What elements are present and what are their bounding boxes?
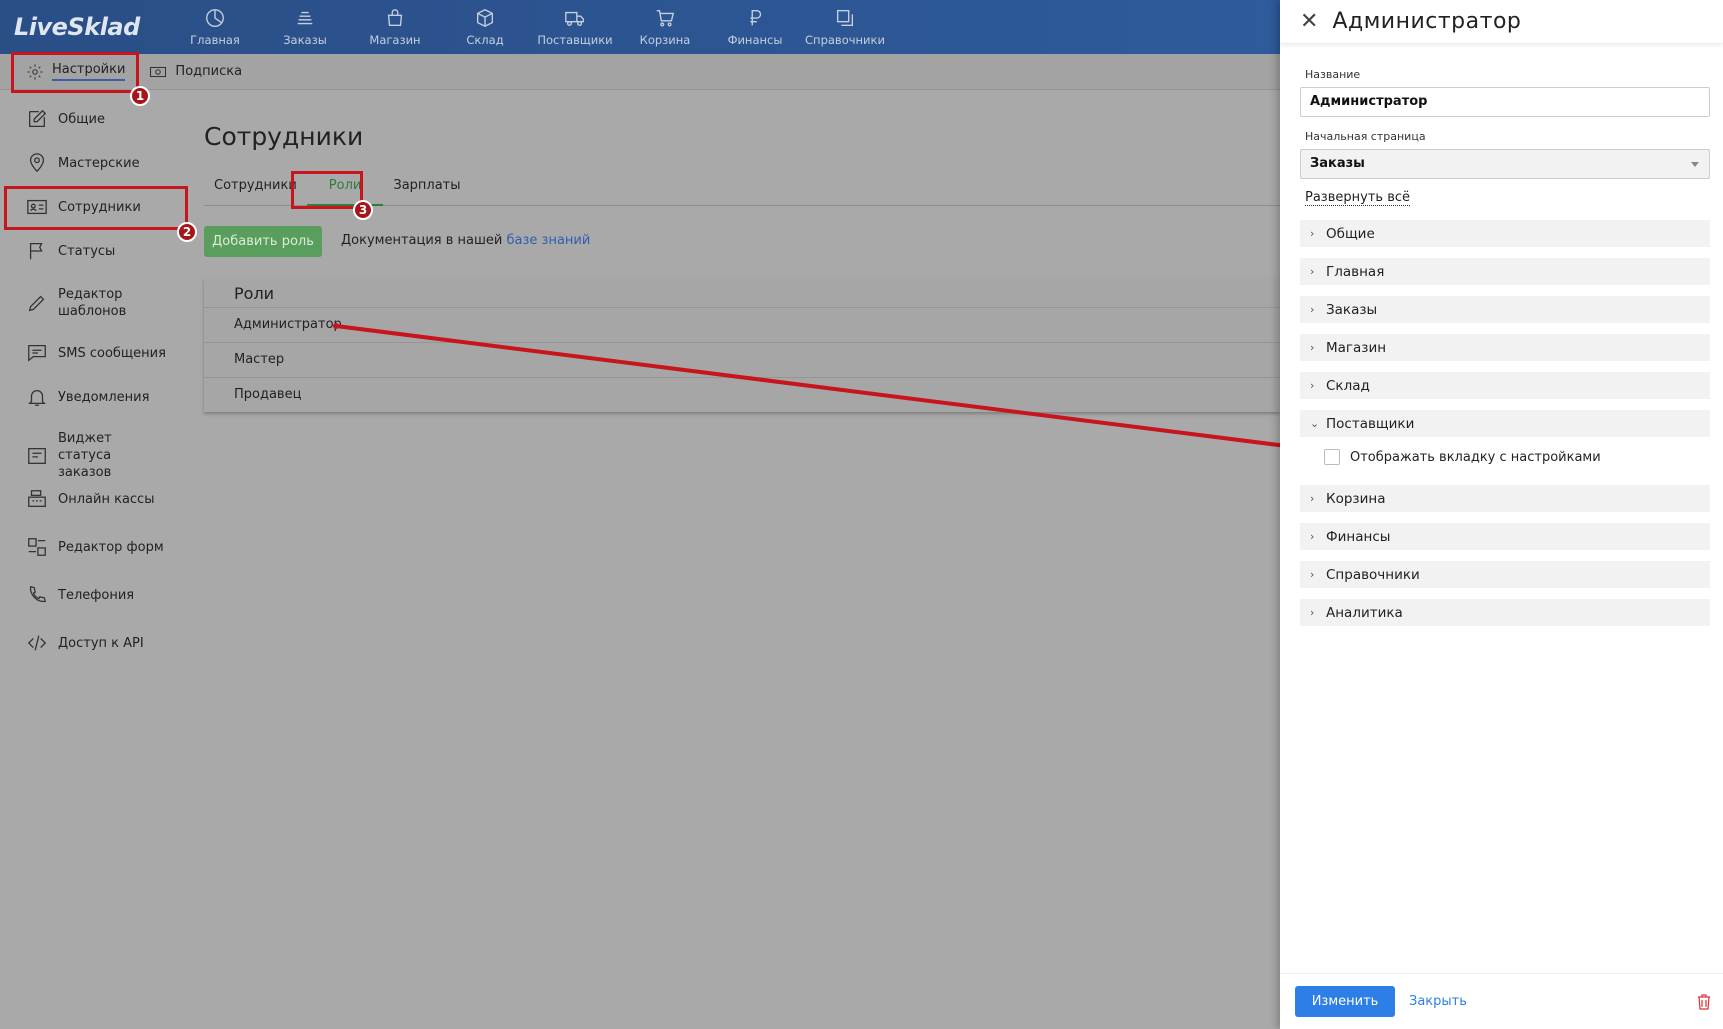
show-settings-tab-checkbox[interactable] [1324,449,1340,465]
section-suppliers[interactable]: ⌄ Поставщики [1300,410,1710,437]
money-icon [297,11,313,25]
app-logo[interactable]: LiveSklad [0,13,170,41]
main-nav: Главная Заказы Магазин Склад Поставщики … [170,0,890,54]
nav-item-references[interactable]: Справочники [800,0,890,54]
chevron-right-icon: › [1310,530,1315,543]
bag-icon [387,9,403,27]
roles-table-header: Роли [204,278,1280,308]
section-main[interactable]: › Главная [1300,258,1710,285]
sidebar-item-template-editor[interactable]: Редактор шаблонов [0,286,185,320]
subbar-subscription[interactable]: Подписка [137,54,254,90]
role-edit-panel: ✕ Администратор Название Администратор Н… [1280,0,1723,1029]
sidebar-item-general[interactable]: Общие [0,108,185,130]
settings-subbar: Настройки Подписка [0,54,1280,90]
cart-icon [656,9,675,27]
expand-all-link[interactable]: Развернуть всё [1305,190,1410,206]
section-references[interactable]: › Справочники [1300,561,1710,588]
top-navbar: LiveSklad Главная Заказы Магазин Склад П… [0,0,1280,54]
role-name-input[interactable]: Администратор [1300,87,1710,117]
pie-chart-icon [206,9,224,27]
panel-header: ✕ Администратор [1280,0,1723,44]
section-shop[interactable]: › Магазин [1300,334,1710,361]
trash-icon[interactable] [1697,994,1711,1010]
chevron-right-icon: › [1310,606,1315,619]
cash-register-icon [28,490,46,507]
banknote-icon [150,66,167,77]
code-icon [27,635,47,651]
nav-item-shop[interactable]: Магазин [350,0,440,54]
sidebar-item-sms[interactable]: SMS сообщения [0,342,185,364]
documentation-note: Документация в нашей базе знаний [341,233,591,248]
panel-footer: Изменить Закрыть [1280,973,1723,1029]
nav-item-finance[interactable]: Финансы [710,0,800,54]
show-settings-tab-option: Отображать вкладку с настройками [1324,449,1601,465]
sidebar-item-api-access[interactable]: Доступ к API [0,632,185,654]
chevron-right-icon: › [1310,568,1315,581]
section-cart[interactable]: › Корзина [1300,485,1710,512]
books-icon [836,9,854,27]
sidebar-item-workshops[interactable]: Мастерские [0,152,185,174]
start-page-label: Начальная страница [1305,130,1426,143]
role-row-seller[interactable]: Продавец [204,378,1280,413]
truck-icon [565,11,584,27]
annotation-box-roles-tab [291,171,363,209]
nav-item-suppliers[interactable]: Поставщики [530,0,620,54]
sidebar-item-statuses[interactable]: Статусы [0,240,185,262]
sidebar-item-telephony[interactable]: Телефония [0,584,185,606]
section-general[interactable]: › Общие [1300,220,1710,247]
knowledge-base-link[interactable]: базе знаний [507,233,591,248]
chat-icon [28,345,46,362]
chevron-right-icon: › [1310,303,1315,316]
annotation-badge-3: 3 [353,200,373,220]
box-icon [476,8,494,28]
chevron-down-icon [1691,162,1699,167]
chevron-down-icon: ⌄ [1310,417,1320,430]
flag-icon [29,243,43,260]
annotation-badge-2: 2 [177,222,197,242]
save-button[interactable]: Изменить [1295,986,1395,1017]
role-row-admin[interactable]: Администратор [204,308,1280,343]
nav-item-cart[interactable]: Корзина [620,0,710,54]
form-icon [28,538,46,556]
role-row-master[interactable]: Мастер [204,343,1280,378]
ruble-icon [750,9,762,26]
chevron-right-icon: › [1310,379,1315,392]
roles-table: Роли Администратор Мастер Продавец [204,278,1280,412]
sidebar-item-order-status-widget[interactable]: Виджет статуса заказов [0,430,185,481]
add-role-button[interactable]: Добавить роль [204,226,322,257]
chevron-right-icon: › [1310,341,1315,354]
edit-icon [29,109,47,127]
sidebar-item-online-cash[interactable]: Онлайн кассы [0,488,185,510]
location-icon [29,153,45,173]
pencil-icon [28,295,45,312]
page-title: Сотрудники [204,122,364,151]
sidebar-item-notifications[interactable]: Уведомления [0,386,185,408]
bell-icon [28,390,46,406]
nav-item-orders[interactable]: Заказы [260,0,350,54]
section-finance[interactable]: › Финансы [1300,523,1710,550]
close-icon[interactable]: ✕ [1300,10,1318,33]
section-orders[interactable]: › Заказы [1300,296,1710,323]
chevron-right-icon: › [1310,265,1315,278]
annotation-badge-1: 1 [130,86,150,106]
chevron-right-icon: › [1310,492,1315,505]
annotation-box-settings [11,52,139,93]
settings-sidebar: Общие Мастерские Сотрудники Статусы Реда… [0,90,190,1029]
section-warehouse[interactable]: › Склад [1300,372,1710,399]
chevron-right-icon: › [1310,227,1315,240]
name-label: Название [1305,68,1361,81]
widget-icon [28,447,46,464]
tab-salaries[interactable]: Зарплаты [383,172,470,206]
nav-item-warehouse[interactable]: Склад [440,0,530,54]
close-button[interactable]: Закрыть [1409,994,1467,1009]
section-analytics[interactable]: › Аналитика [1300,599,1710,626]
annotation-box-employees [4,186,188,230]
panel-title: Администратор [1332,9,1522,34]
phone-icon [29,585,47,603]
sidebar-item-form-editor[interactable]: Редактор форм [0,536,185,558]
nav-item-main[interactable]: Главная [170,0,260,54]
start-page-select[interactable]: Заказы [1300,149,1710,179]
